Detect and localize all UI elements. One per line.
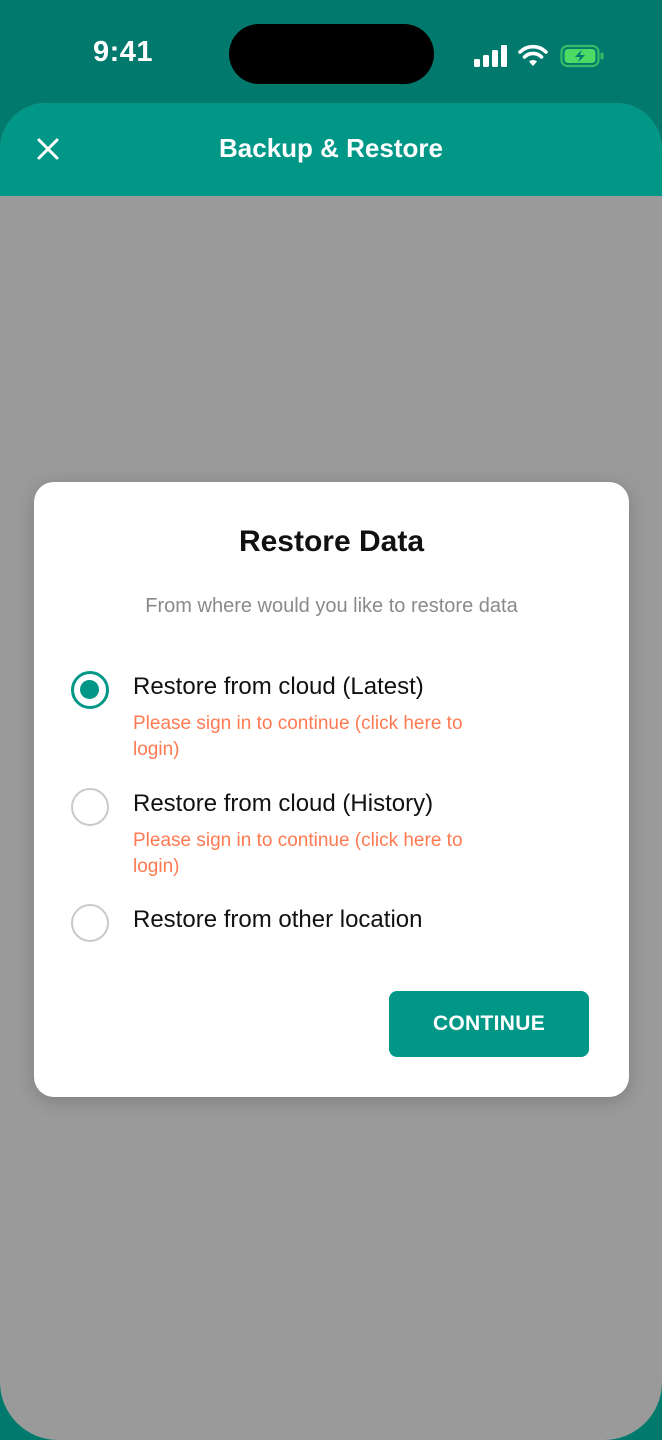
dialog-title: Restore Data	[238, 525, 425, 558]
sign-in-link[interactable]: Please sign in to continue (click here t…	[133, 711, 513, 763]
radio-button-selected[interactable]	[71, 671, 109, 709]
battery-charging-icon	[560, 43, 606, 69]
cellular-signal-icon	[474, 44, 508, 68]
option-label: Restore from cloud (Latest)	[133, 673, 424, 700]
continue-button[interactable]: CONTINUE	[389, 991, 589, 1057]
option-label: Restore from cloud (History)	[133, 790, 434, 817]
option-restore-other-location[interactable]: Restore from other location	[71, 904, 591, 948]
status-icons	[474, 40, 606, 72]
dynamic-island	[229, 24, 434, 84]
phone-screen: 9:41 Backup & Restore Restore Data From …	[0, 0, 662, 1440]
wifi-icon	[518, 44, 548, 68]
sheet-header: Backup & Restore	[0, 103, 662, 196]
page-title: Backup & Restore	[219, 133, 443, 163]
option-label: Restore from other location	[133, 906, 423, 933]
radio-button[interactable]	[71, 904, 109, 942]
radio-button[interactable]	[71, 788, 109, 826]
status-bar: 9:41	[0, 0, 662, 104]
sign-in-link[interactable]: Please sign in to continue (click here t…	[133, 828, 513, 880]
restore-data-dialog: Restore Data From where would you like t…	[34, 482, 629, 1097]
dialog-subtitle: From where would you like to restore dat…	[145, 595, 518, 617]
option-restore-cloud-history[interactable]: Restore from cloud (History) Please sign…	[71, 788, 591, 878]
option-restore-cloud-latest[interactable]: Restore from cloud (Latest) Please sign …	[71, 671, 591, 761]
status-time: 9:41	[93, 36, 154, 68]
